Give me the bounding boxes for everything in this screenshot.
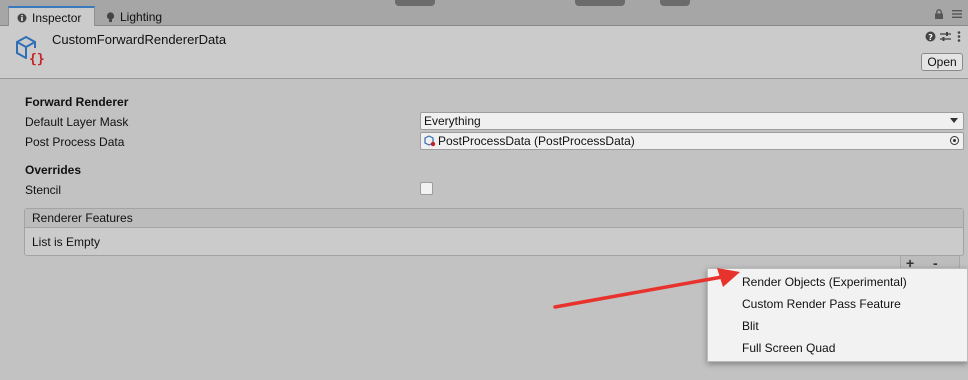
menu-item-custom-render-pass[interactable]: Custom Render Pass Feature [742,297,901,311]
menu-icon[interactable] [952,9,962,19]
lightbulb-icon [106,11,115,22]
post-process-data-value: PostProcessData (PostProcessData) [438,134,635,148]
preset-icon[interactable] [939,31,951,43]
info-icon [17,13,27,23]
tab-bar: Inspector Lighting [0,0,968,26]
svg-text:{}: {} [29,52,45,66]
post-process-data-field[interactable]: PostProcessData (PostProcessData) [420,132,964,150]
default-layer-mask-label: Default Layer Mask [25,115,129,129]
background-shape [395,0,435,6]
tab-label: Lighting [120,10,163,24]
asset-icon: {} [16,35,45,66]
section-title-overrides: Overrides [25,163,82,177]
add-feature-menu: Render Objects (Experimental) Custom Ren… [707,268,968,362]
scriptable-object-icon [424,135,436,147]
renderer-features-list: Renderer Features List is Empty [24,208,964,256]
background-shape [660,0,690,6]
layer-mask-value: Everything [424,114,481,128]
asset-title: CustomForwardRendererData [52,32,227,47]
menu-item-render-objects[interactable]: Render Objects (Experimental) [742,275,907,289]
background-shape [575,0,625,6]
more-icon[interactable] [953,31,965,43]
annotation-arrow-line [553,275,724,309]
stencil-checkbox[interactable] [420,182,433,195]
lock-icon[interactable] [934,9,944,19]
list-empty-text: List is Empty [32,235,101,249]
open-button[interactable]: Open [921,53,963,71]
inspector-header: {} CustomForwardRendererData ? Open [0,26,968,79]
post-process-data-label: Post Process Data [25,135,125,149]
renderer-features-header: Renderer Features [25,209,963,228]
tab-inspector[interactable]: Inspector [8,6,95,26]
object-picker-icon[interactable] [950,136,959,145]
chevron-down-icon [950,118,958,123]
svg-text:?: ? [928,33,933,42]
section-title-forward-renderer: Forward Renderer [25,95,129,109]
tab-lighting[interactable]: Lighting [98,6,178,26]
stencil-label: Stencil [25,183,62,197]
menu-item-blit[interactable]: Blit [742,319,759,333]
tab-label: Inspector [32,11,82,25]
menu-item-full-screen-quad[interactable]: Full Screen Quad [742,341,835,355]
help-icon[interactable]: ? [924,31,936,43]
default-layer-mask-dropdown[interactable]: Everything [420,112,964,130]
